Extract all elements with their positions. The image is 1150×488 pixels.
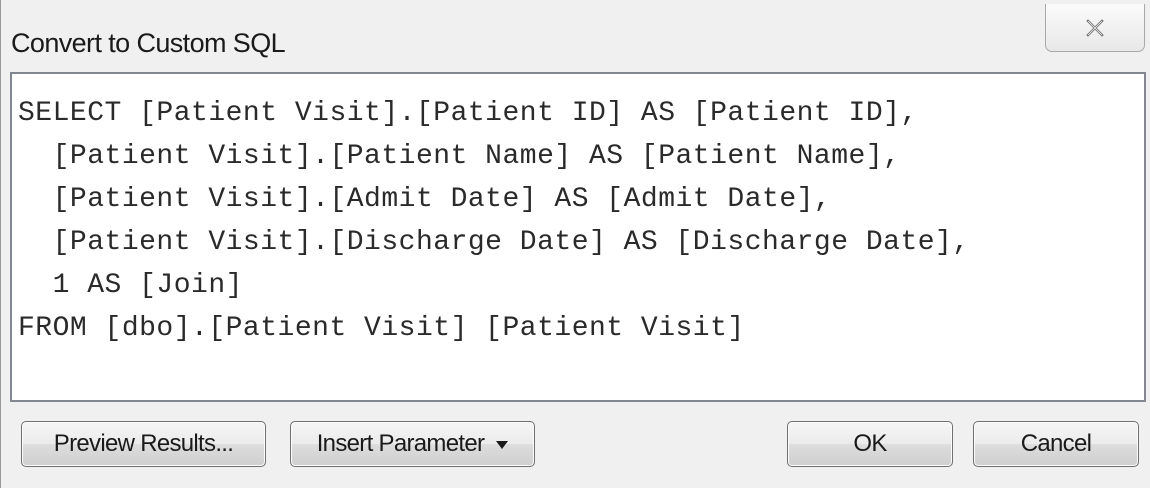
- dialog-title: Convert to Custom SQL: [11, 28, 286, 58]
- ok-label: OK: [853, 430, 887, 457]
- sql-line: FROM [dbo].[Patient Visit] [Patient Visi…: [18, 313, 745, 344]
- sql-line: SELECT [Patient Visit].[Patient ID] AS […: [18, 98, 918, 129]
- insert-parameter-label: Insert Parameter: [316, 430, 485, 457]
- sql-line: [Patient Visit].[Patient Name] AS [Patie…: [18, 141, 901, 172]
- sql-line: 1 AS [Join]: [18, 270, 243, 301]
- convert-to-custom-sql-dialog: Convert to Custom SQL SELECT [Patient Vi…: [0, 0, 1150, 488]
- preview-results-label: Preview Results...: [53, 430, 234, 457]
- close-icon: [1086, 18, 1104, 37]
- insert-parameter-button[interactable]: Insert Parameter: [290, 421, 535, 467]
- title-bar: Convert to Custom SQL: [1, 0, 1150, 72]
- close-button[interactable]: [1045, 4, 1145, 52]
- sql-line: [Patient Visit].[Admit Date] AS [Admit D…: [18, 184, 832, 215]
- sql-line: [Patient Visit].[Discharge Date] AS [Dis…: [18, 227, 970, 258]
- caret-down-icon: [496, 441, 509, 449]
- preview-results-button[interactable]: Preview Results...: [21, 421, 266, 467]
- cancel-button[interactable]: Cancel: [973, 421, 1139, 467]
- sql-editor[interactable]: SELECT [Patient Visit].[Patient ID] AS […: [10, 72, 1146, 402]
- cancel-label: Cancel: [1020, 430, 1092, 457]
- ok-button[interactable]: OK: [787, 421, 953, 467]
